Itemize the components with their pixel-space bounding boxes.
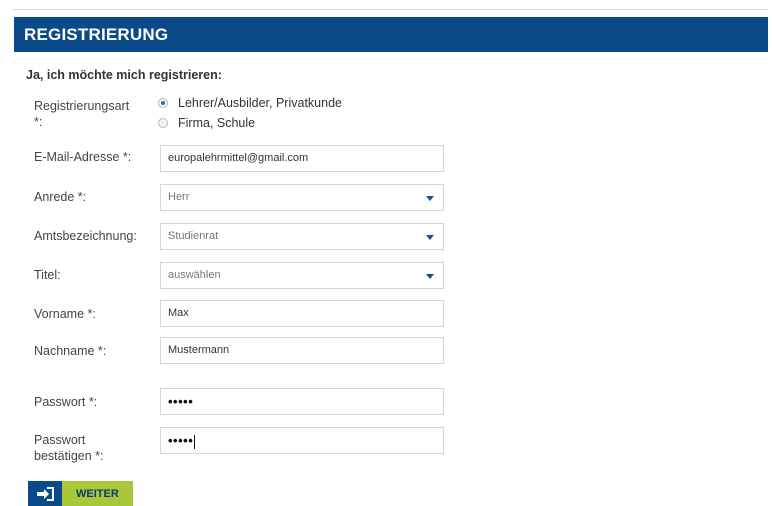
chevron-down-icon xyxy=(426,274,434,279)
radio-label-company: Firma, Schule xyxy=(178,116,256,130)
salutation-label: Anrede *: xyxy=(34,190,87,204)
title-label: Titel: xyxy=(34,268,61,282)
email-label: E-Mail-Adresse *: xyxy=(34,150,132,164)
password-label: Passwort *: xyxy=(34,395,98,409)
first-name-field[interactable]: Max xyxy=(160,300,444,327)
continue-button[interactable]: WEITER xyxy=(28,481,133,506)
chevron-down-icon xyxy=(426,196,434,201)
radio-option-company[interactable]: Firma, Schule xyxy=(158,116,255,130)
last-name-label: Nachname *: xyxy=(34,344,107,358)
registration-panel: REGISTRIERUNG Ja, ich möchte mich regist… xyxy=(12,9,768,506)
intro-text: Ja, ich möchte mich registrieren: xyxy=(26,68,222,82)
email-field[interactable]: europalehrmittel@gmail.com xyxy=(160,145,444,172)
first-name-label: Vorname *: xyxy=(34,307,96,321)
radio-checked-icon[interactable] xyxy=(158,98,168,108)
radio-unchecked-icon[interactable] xyxy=(158,118,168,128)
salutation-value: Herr xyxy=(168,191,190,203)
title-select[interactable]: auswählen xyxy=(160,262,444,289)
chevron-down-icon xyxy=(426,235,434,240)
official-title-label: Amtsbezeichnung: xyxy=(34,229,137,243)
page-title: REGISTRIERUNG xyxy=(14,17,768,52)
official-title-select[interactable]: Studienrat xyxy=(160,223,444,250)
title-value: auswählen xyxy=(168,269,221,281)
password-confirm-value: ••••• xyxy=(168,433,194,448)
password-confirm-label: Passwort bestätigen *: xyxy=(34,433,104,463)
sign-in-arrow-icon xyxy=(28,481,62,506)
radio-option-teacher[interactable]: Lehrer/Ausbilder, Privatkunde xyxy=(158,96,342,110)
salutation-select[interactable]: Herr xyxy=(160,184,444,211)
official-title-value: Studienrat xyxy=(168,230,219,242)
last-name-field[interactable]: Mustermann xyxy=(160,337,444,364)
password-confirm-field[interactable]: ••••• xyxy=(160,427,444,454)
continue-button-label: WEITER xyxy=(62,481,133,506)
registration-type-label: Registrierungsart *: xyxy=(34,99,130,129)
password-field[interactable]: ••••• xyxy=(160,388,444,415)
radio-label-teacher: Lehrer/Ausbilder, Privatkunde xyxy=(178,96,342,110)
text-cursor xyxy=(194,434,196,449)
